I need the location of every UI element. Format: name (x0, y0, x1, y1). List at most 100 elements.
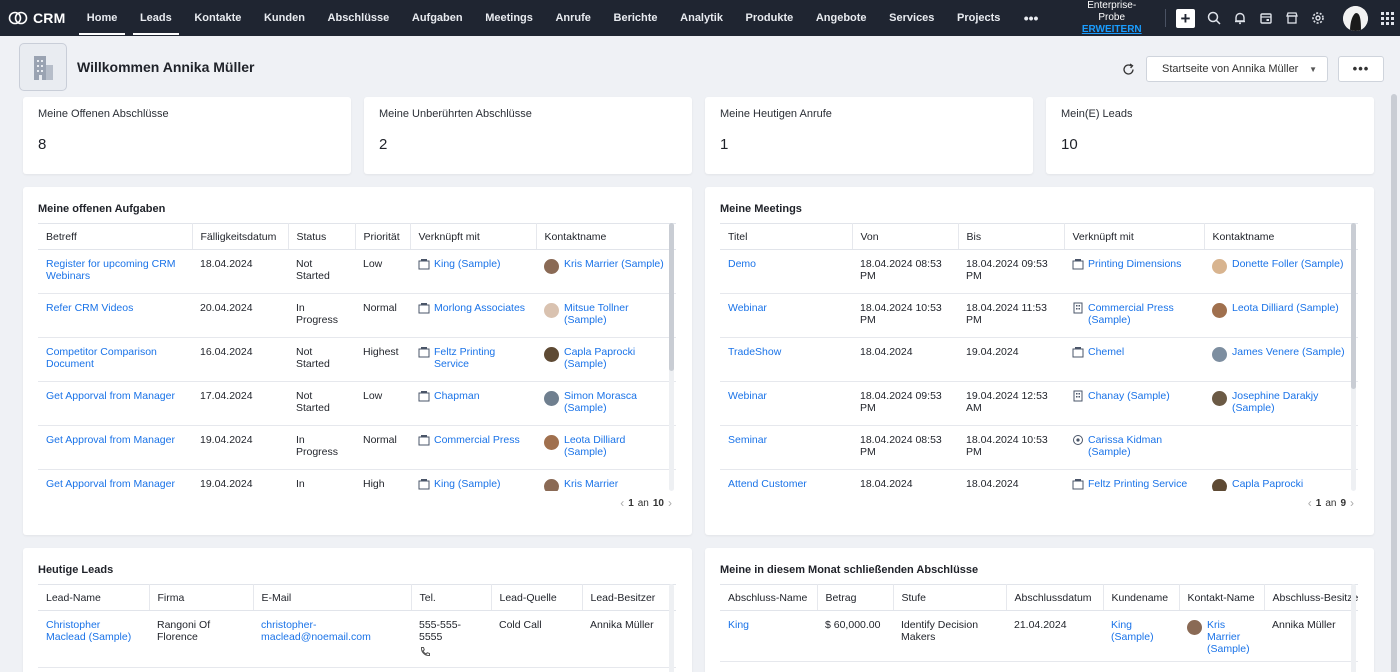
next-page-icon[interactable]: › (1350, 496, 1354, 510)
task-subject-link[interactable]: Competitor Comparison Document (46, 346, 157, 370)
related-to-link[interactable]: Commercial Press (Sample) (1088, 302, 1196, 326)
meeting-title-link[interactable]: TradeShow (728, 346, 781, 358)
prev-page-icon[interactable]: ‹ (620, 496, 624, 510)
column-header[interactable]: Kontaktname (536, 223, 676, 250)
bell-icon[interactable] (1227, 5, 1253, 31)
nav-kontakte[interactable]: Kontakte (183, 0, 253, 36)
meeting-title-link[interactable]: Webinar (728, 390, 767, 402)
related-to-link[interactable]: Printing Dimensions (1088, 258, 1181, 270)
column-header[interactable]: Von (852, 223, 959, 250)
related-to-link[interactable]: Chanay (Sample) (1088, 390, 1170, 402)
contact-link[interactable]: Kris Marrier (Sample) (1207, 619, 1256, 655)
apps-grid-icon[interactable] (1374, 5, 1400, 31)
column-header[interactable]: Titel (720, 223, 853, 250)
dashboard-view-select[interactable]: Startseite von Annika Müller ▼ (1146, 56, 1328, 82)
more-options-button[interactable]: ••• (1338, 56, 1384, 82)
contact-link[interactable]: Leota Dilliard (Sample) (1232, 302, 1339, 318)
settings-gear-icon[interactable] (1305, 5, 1331, 31)
nav-produkte[interactable]: Produkte (734, 0, 804, 36)
related-to-link[interactable]: King (Sample) (434, 478, 501, 490)
nav-abschluesse[interactable]: Abschlüsse (316, 0, 400, 36)
related-to-link[interactable]: Morlong Associates (434, 302, 525, 314)
task-subject-link[interactable]: Get Apporval from Manager (46, 478, 175, 490)
nav-more-button[interactable]: ••• (1012, 0, 1051, 36)
meeting-title-link[interactable]: Attend Customer (728, 478, 807, 490)
nav-projects[interactable]: Projects (946, 0, 1012, 36)
related-to-link[interactable]: King (Sample) (434, 258, 501, 270)
account-name-link[interactable]: King (Sample) (1111, 619, 1154, 643)
next-page-icon[interactable]: › (668, 496, 672, 510)
column-header[interactable]: Firma (149, 584, 254, 611)
column-header[interactable]: Lead-Quelle (491, 584, 583, 611)
page-scrollbar[interactable] (1391, 94, 1397, 672)
contact-link[interactable]: Capla Paprocki (Sample) (564, 346, 668, 370)
column-header[interactable]: Tel. (411, 584, 492, 611)
task-subject-link[interactable]: Register for upcoming CRM Webinars (46, 258, 176, 282)
lead-name-link[interactable]: Christopher Maclead (Sample) (46, 619, 131, 643)
tasks-scrollbar[interactable] (669, 223, 674, 371)
meeting-title-link[interactable]: Webinar (728, 302, 767, 314)
column-header[interactable]: Kundename (1103, 584, 1180, 611)
column-header[interactable]: Stufe (893, 584, 1007, 611)
meeting-title-link[interactable]: Seminar (728, 434, 767, 446)
task-subject-link[interactable]: Get Apporval from Manager (46, 390, 175, 402)
column-header[interactable]: Fälligkeitsdatum (192, 223, 289, 250)
stat-untouched-deals[interactable]: Meine Unberührten Abschlüsse 2 (364, 97, 692, 174)
phone-icon[interactable] (419, 646, 431, 658)
related-to-link[interactable]: Carissa Kidman (Sample) (1088, 434, 1196, 458)
column-header[interactable]: Lead-Name (38, 584, 150, 611)
nav-analytik[interactable]: Analytik (669, 0, 734, 36)
nav-leads[interactable]: Leads (129, 0, 183, 36)
column-header[interactable]: Abschluss-Besitzer (1264, 584, 1358, 611)
contact-link[interactable]: Leota Dilliard (Sample) (564, 434, 668, 458)
related-to-link[interactable]: Chemel (1088, 346, 1124, 358)
related-to-link[interactable]: Chapman (434, 390, 480, 402)
column-header[interactable]: Priorität (355, 223, 411, 250)
nav-aufgaben[interactable]: Aufgaben (401, 0, 474, 36)
column-header[interactable]: Kontakt-Name (1179, 584, 1265, 611)
nav-kunden[interactable]: Kunden (253, 0, 317, 36)
prev-page-icon[interactable]: ‹ (1308, 496, 1312, 510)
contact-link[interactable]: Simon Morasca (Sample) (564, 390, 668, 414)
meetings-scrollbar[interactable] (1351, 223, 1356, 389)
column-header[interactable]: E-Mail (253, 584, 412, 611)
stat-open-deals[interactable]: Meine Offenen Abschlüsse 8 (23, 97, 351, 174)
contact-link[interactable]: Josephine Darakjy (Sample) (1232, 390, 1350, 414)
contact-link[interactable]: Kris Marrier (Sample) (564, 258, 664, 274)
nav-home[interactable]: Home (75, 0, 128, 36)
task-subject-link[interactable]: Refer CRM Videos (46, 302, 133, 314)
column-header[interactable]: Abschlussdatum (1006, 584, 1104, 611)
marketplace-icon[interactable] (1279, 5, 1305, 31)
column-header[interactable]: Verknüpft mit (410, 223, 537, 250)
nav-anrufe[interactable]: Anrufe (544, 0, 602, 36)
contact-link[interactable]: Donette Foller (Sample) (1232, 258, 1343, 274)
contact-link[interactable]: James Venere (Sample) (1232, 346, 1345, 362)
app-logo[interactable]: CRM (0, 0, 75, 36)
related-to-link[interactable]: Feltz Printing Service (1088, 478, 1187, 490)
column-header[interactable]: Verknüpft mit (1064, 223, 1205, 250)
column-header[interactable]: Status (288, 223, 356, 250)
nav-meetings[interactable]: Meetings (474, 0, 544, 36)
contact-link[interactable]: Kris Marrier (564, 478, 618, 491)
contact-link[interactable]: Capla Paprocki (1232, 478, 1303, 491)
column-header[interactable]: Betrag (817, 584, 894, 611)
nav-angebote[interactable]: Angebote (805, 0, 878, 36)
deal-name-link[interactable]: King (728, 619, 749, 631)
create-new-button[interactable]: + (1176, 8, 1195, 28)
stat-todays-calls[interactable]: Meine Heutigen Anrufe 1 (705, 97, 1033, 174)
column-header[interactable]: Bis (958, 223, 1065, 250)
related-to-link[interactable]: Feltz Printing Service (434, 346, 528, 370)
calendar-icon[interactable] (1253, 5, 1279, 31)
task-subject-link[interactable]: Get Approval from Manager (46, 434, 175, 446)
nav-berichte[interactable]: Berichte (602, 0, 669, 36)
column-header[interactable]: Abschluss-Name (720, 584, 818, 611)
nav-services[interactable]: Services (878, 0, 946, 36)
refresh-icon[interactable] (1116, 57, 1140, 81)
contact-link[interactable]: Mitsue Tollner (Sample) (564, 302, 668, 326)
column-header[interactable]: Lead-Besitzer (582, 584, 676, 611)
column-header[interactable]: Kontaktname (1204, 223, 1358, 250)
upgrade-link[interactable]: ERWEITERN (1080, 24, 1143, 36)
meeting-title-link[interactable]: Demo (728, 258, 756, 270)
stat-my-leads[interactable]: Mein(E) Leads 10 (1046, 97, 1374, 174)
user-avatar[interactable] (1343, 5, 1368, 31)
